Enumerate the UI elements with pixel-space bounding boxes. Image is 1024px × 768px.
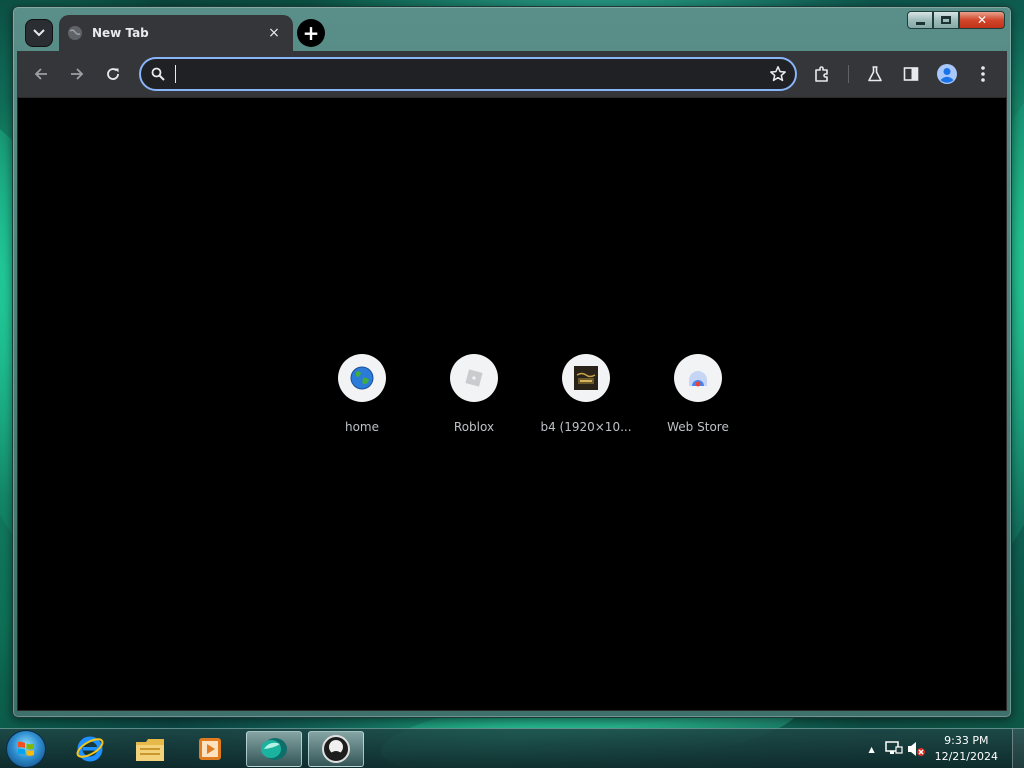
reload-icon (107, 68, 119, 80)
address-bar[interactable] (139, 57, 797, 91)
labs-button[interactable] (857, 56, 893, 92)
show-desktop-button[interactable] (1012, 729, 1024, 768)
file-explorer-icon (136, 739, 164, 761)
shortcut-icon-circle (338, 354, 386, 402)
shortcut-icon-circle (674, 354, 722, 402)
menu-dots-icon (981, 66, 985, 82)
back-button[interactable] (23, 56, 59, 92)
close-icon: ✕ (976, 13, 988, 27)
labs-flask-icon (868, 66, 882, 82)
shortcut-label: home (344, 420, 380, 434)
app-icon (322, 735, 350, 763)
extensions-button[interactable] (804, 56, 840, 92)
system-tray: ▲ 9:33 PM 12/21/2024 (861, 729, 1024, 768)
taskbar-file-explorer[interactable] (122, 731, 178, 767)
network-icon (884, 741, 903, 754)
back-arrow-icon (34, 68, 47, 80)
globe-icon (350, 366, 374, 390)
tab-new-tab[interactable]: New Tab × (59, 15, 293, 51)
taskbar-clock[interactable]: 9:33 PM 12/21/2024 (935, 733, 998, 765)
show-hidden-icons-button[interactable]: ▲ (861, 738, 883, 760)
reload-button[interactable] (95, 56, 131, 92)
minimize-icon (915, 21, 925, 25)
taskbar-media-player[interactable] (182, 731, 238, 767)
new-tab-page: home Roblox b4 (1920×10... Web Store (17, 97, 1007, 711)
profile-icon (937, 64, 957, 84)
side-panel-icon (903, 67, 919, 81)
network-tray-icon[interactable] (883, 738, 905, 760)
clock-time: 9:33 PM (944, 734, 989, 747)
shortcut-label: Web Store (667, 420, 729, 434)
browser-icon (261, 738, 287, 760)
toolbar-actions (804, 56, 1001, 92)
browser-window: ✕ New Tab × + home Roblox b4 (1920×10...… (12, 6, 1012, 718)
toolbar-separator (848, 65, 849, 83)
browser-toolbar (17, 51, 1007, 97)
close-tab-icon[interactable]: × (265, 25, 283, 41)
internet-explorer-icon (76, 736, 104, 762)
image-thumbnail-icon (574, 366, 598, 390)
menu-button[interactable] (965, 56, 1001, 92)
volume-tray-icon[interactable] (905, 738, 927, 760)
windows-logo-icon (18, 741, 34, 756)
maximize-icon (941, 16, 951, 24)
taskbar: ▲ 9:33 PM 12/21/2024 (0, 728, 1024, 768)
side-panel-button[interactable] (893, 56, 929, 92)
tab-search-button[interactable] (25, 19, 53, 47)
text-caret (175, 65, 176, 83)
shortcut-web-store[interactable]: Web Store (642, 354, 754, 434)
window-controls: ✕ (907, 11, 1005, 29)
shortcut-tiles: home Roblox b4 (1920×10... Web Store (306, 354, 754, 434)
media-player-icon (199, 738, 221, 760)
taskbar-app[interactable] (308, 731, 364, 767)
close-window-button[interactable]: ✕ (959, 11, 1005, 29)
shortcut-label: b4 (1920×10... (540, 420, 632, 434)
extensions-icon (815, 66, 828, 82)
clock-date: 12/21/2024 (934, 750, 998, 763)
tab-title: New Tab (92, 26, 149, 40)
search-icon (151, 67, 165, 81)
star-icon[interactable] (769, 65, 787, 83)
shortcut-b4[interactable]: b4 (1920×10... (530, 354, 642, 434)
maximize-button[interactable] (933, 11, 959, 29)
roblox-icon (465, 369, 483, 387)
chevron-up-icon: ▲ (868, 744, 875, 754)
globe-icon (67, 25, 83, 41)
shortcut-label: Roblox (453, 420, 495, 434)
minimize-button[interactable] (907, 11, 933, 29)
web-store-icon (689, 371, 707, 387)
taskbar-browser[interactable] (246, 731, 302, 767)
profile-button[interactable] (929, 56, 965, 92)
chevron-down-icon (33, 29, 45, 37)
forward-button[interactable] (59, 56, 95, 92)
shortcut-home[interactable]: home (306, 354, 418, 434)
shortcut-icon-circle (450, 354, 498, 402)
forward-arrow-icon (71, 68, 84, 80)
start-button[interactable] (6, 730, 46, 768)
shortcut-icon-circle (562, 354, 610, 402)
shortcut-roblox[interactable]: Roblox (418, 354, 530, 434)
speaker-muted-icon (907, 742, 925, 756)
taskbar-internet-explorer[interactable] (62, 731, 118, 767)
new-tab-button[interactable]: + (297, 19, 325, 47)
address-input[interactable] (178, 66, 769, 82)
